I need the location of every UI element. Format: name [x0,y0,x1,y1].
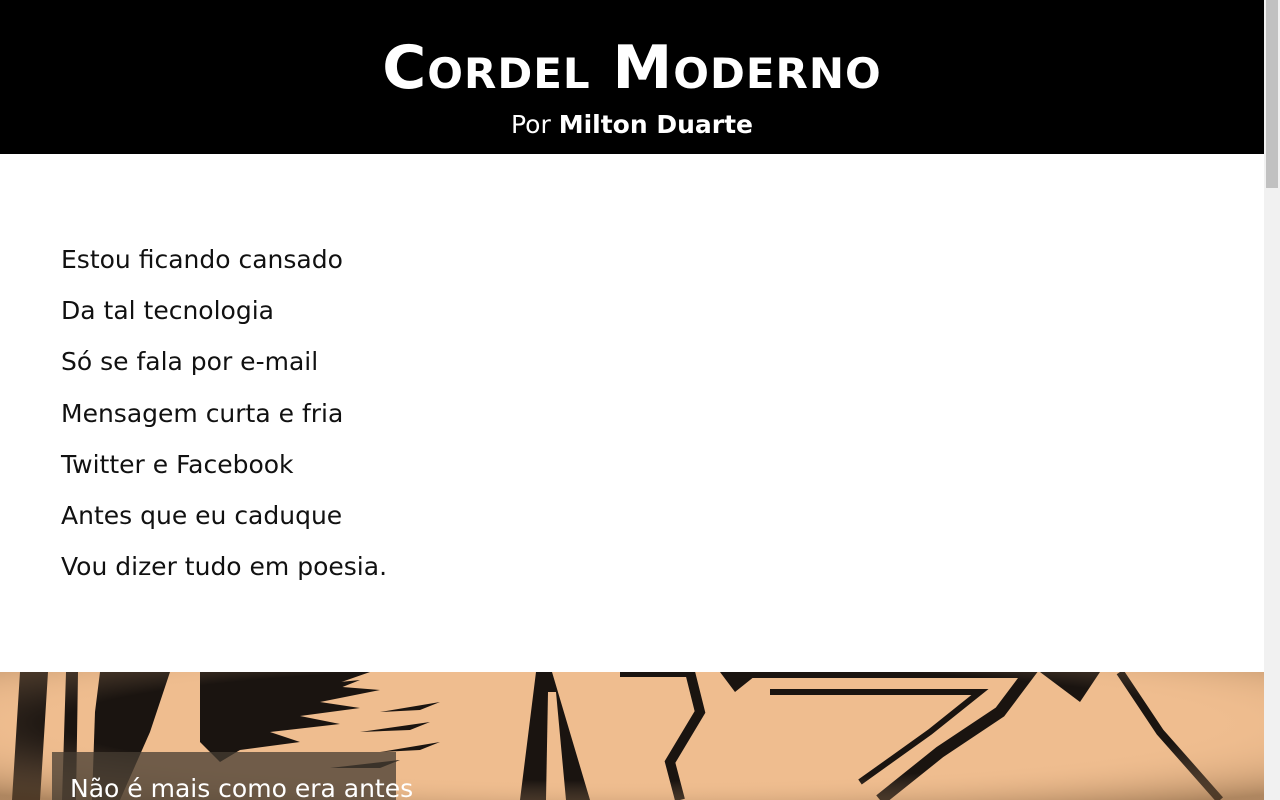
site-title: Cordel Moderno [382,33,882,103]
poem-line: Mensagem curta e fria [61,399,344,428]
poem-line: Só se fala por e-mail [61,347,319,376]
page: Cordel Moderno Por Milton Duarte Estou f… [0,0,1264,800]
author-name: Milton Duarte [558,110,754,139]
poem-line: Não é mais como era antes [70,774,414,800]
woodcut-art-section: Não é mais como era antes [0,672,1264,800]
vertical-scrollbar[interactable] [1264,0,1280,800]
byline: Por Milton Duarte [0,108,1264,142]
poem-line: Vou dizer tudo em poesia. [61,552,388,581]
poem-line: Antes que eu caduque [61,501,343,530]
poem-line: Twitter e Facebook [61,450,294,479]
site-header: Cordel Moderno Por Milton Duarte [0,0,1264,154]
poem-stanza-1: Estou ficando cansado Da tal tecnologia … [0,154,1264,672]
byline-prefix: Por [510,110,551,139]
poem-line: Da tal tecnologia [61,296,274,325]
scrollbar-thumb[interactable] [1266,0,1278,188]
poem-line: Estou ficando cansado [61,245,343,274]
